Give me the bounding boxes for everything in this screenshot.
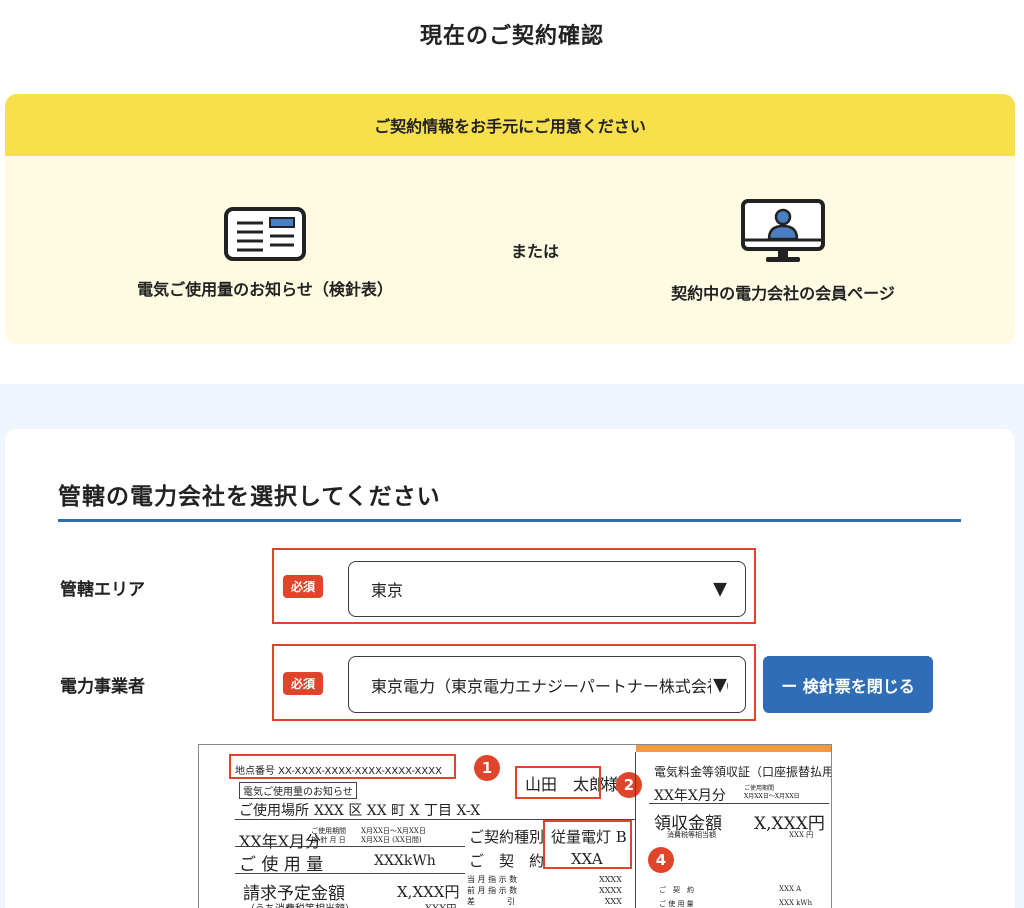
slip-tax-value: XXX円 (425, 900, 456, 908)
slip-month: XX年X月分 (239, 832, 322, 851)
slip-receipt-contract: ご 契 約 (659, 886, 694, 894)
slip-receipt-usage-value: XXX kWh (779, 899, 813, 907)
marker-frame-2 (515, 766, 601, 799)
slip-usage-label: ご 使 用 量 (239, 855, 324, 875)
option-meter-slip: 電気ご使用量のお知らせ（検針表） (105, 206, 425, 300)
slip-contract-label: ご 契 約 (469, 852, 545, 870)
slip-receipt-title: 電気料金等領収証（口座振替払用） (654, 765, 832, 779)
meter-slip-sample: 地点番号 XX-XXXX-XXXX-XXXX-XXXX-XXXX 1 電気ご使用… (198, 744, 832, 908)
receipt-top-bar (636, 745, 831, 752)
close-meter-slip-button[interactable]: ー 検針票を閉じる (763, 656, 933, 713)
provider-select-value: 東京電力（東京電力エナジーパートナー株式会社） (371, 676, 739, 696)
marker-1: 1 (474, 755, 500, 781)
slip-period-label: ご使用期間 検 針 月 日 (311, 827, 346, 844)
provider-label: 電力事業者 (60, 677, 145, 697)
area-required-badge: 必須 (283, 575, 324, 598)
provider-select[interactable]: 東京電力（東京電力エナジーパートナー株式会社） ▼ (348, 656, 746, 713)
slip-perforation (635, 752, 636, 908)
area-select[interactable]: 東京 ▼ (348, 561, 746, 617)
page: 現在のご契約確認 ご契約情報をお手元にご用意ください 電気ご使用量のお知らせ（検… (0, 0, 1024, 908)
slip-receipt-period: ご使用期間 X月XX日〜X月XX日 (744, 785, 800, 800)
section-title: 管轄の電力会社を選択してください (58, 484, 441, 510)
dropdown-arrow-icon: ▼ (711, 578, 727, 600)
page-title: 現在のご契約確認 (419, 24, 604, 49)
marker-2: 2 (616, 772, 642, 798)
slip-receipt-contract-value: XXX A (779, 885, 802, 893)
slip-readings-labels: 当 月 指 示 数 前 月 指 示 数 差 引 (467, 875, 518, 906)
slip-contract-type-label: ご契約種別 (469, 828, 545, 846)
marker-frame-4 (543, 820, 632, 869)
option-member-page: 契約中の電力会社の会員ページ (633, 198, 933, 304)
slip-divider (649, 803, 829, 804)
bill-icon (224, 207, 306, 261)
provider-required-badge: 必須 (283, 672, 324, 695)
dropdown-arrow-icon: ▼ (711, 674, 727, 695)
slip-notice-title: 電気ご使用量のお知らせ (239, 782, 357, 799)
area-select-value: 東京 (371, 581, 404, 600)
monitor-user-icon (741, 199, 825, 262)
slip-divider (235, 846, 465, 847)
slip-address-label: ご使用場所 (239, 803, 309, 819)
section-divider (58, 519, 961, 522)
slip-period-value: X月XX日〜X月XX日 X月XX日 (XX日間) (361, 827, 426, 844)
slip-receipt-usage: ご 使 用 量 (659, 900, 694, 908)
slip-divider (235, 873, 465, 874)
slip-receipt-month: XX年X月分 (654, 788, 726, 804)
marker-4: 4 (648, 847, 674, 873)
marker-frame-1 (229, 754, 456, 779)
slip-billing-value: X,XXX円 (397, 883, 460, 901)
slip-receipt-tax-value: XXX 円 (789, 831, 814, 839)
slip-address-value: XXX 区 XX 町 X 丁目 X-X (314, 803, 481, 819)
slip-tax-label: （うち消費税等相当額） (245, 900, 355, 908)
or-text: または (510, 242, 559, 261)
prep-heading: ご契約情報をお手元にご用意ください (5, 94, 1015, 156)
slip-usage-value: XXXkWh (374, 853, 436, 869)
area-label: 管轄エリア (60, 580, 145, 600)
slip-readings-values: XXXX XXXX XXX (599, 875, 622, 906)
slip-receipt-tax-label: 消費税等相当額 (667, 831, 716, 839)
prep-card: ご契約情報をお手元にご用意ください 電気ご使用量のお知らせ（検針表） または 契… (5, 94, 1015, 344)
provider-form: 管轄の電力会社を選択してください 管轄エリア 必須 東京 ▼ 電力事業者 必須 … (5, 429, 1015, 908)
option-meter-label: 電気ご使用量のお知らせ（検針表） (137, 280, 393, 299)
option-member-label: 契約中の電力会社の会員ページ (671, 284, 895, 303)
